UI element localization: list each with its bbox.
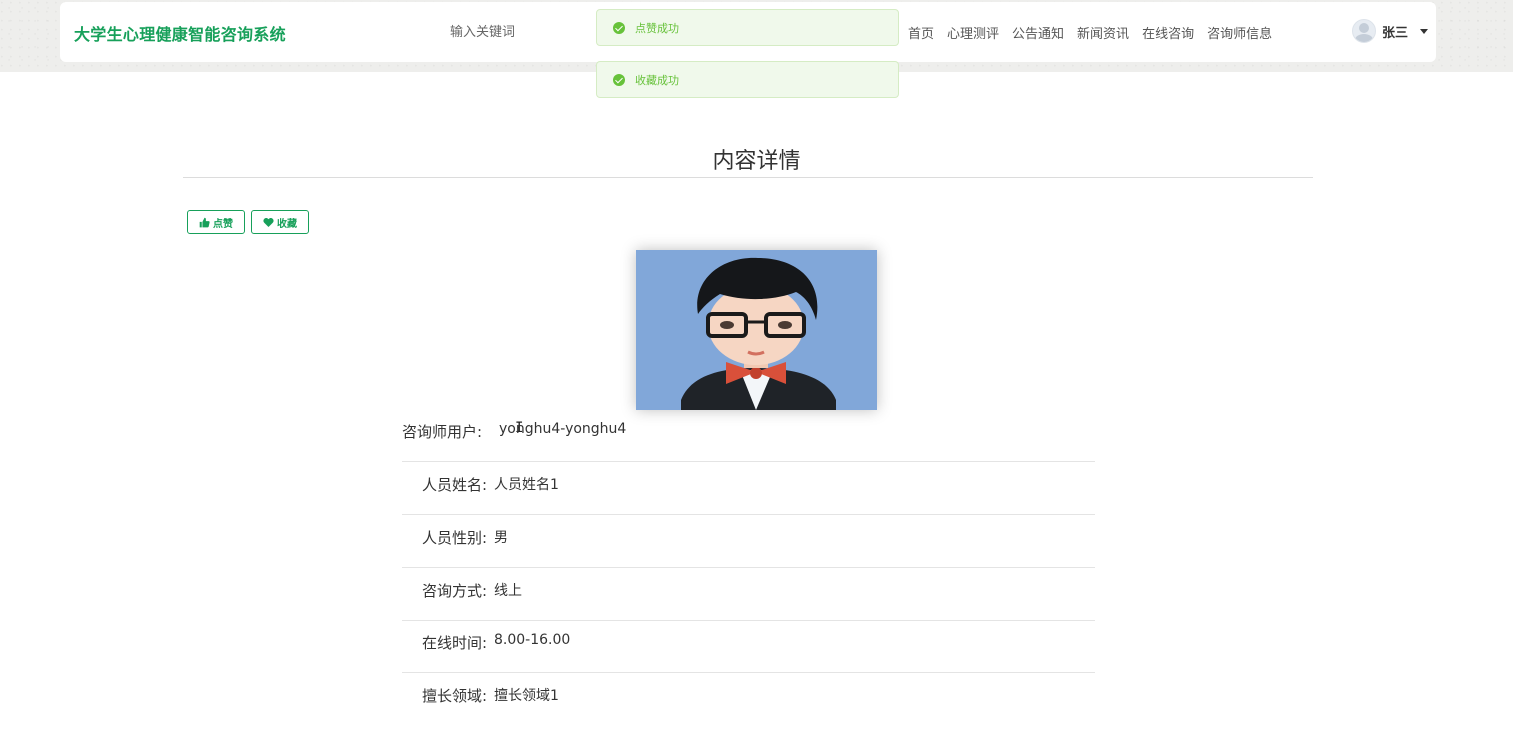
detail-label: 咨询师用户: (402, 423, 483, 441)
detail-value: 8.00-16.00 (494, 632, 571, 648)
thumbs-up-icon (199, 217, 210, 227)
row-divider (402, 567, 1095, 568)
toast-message: 收藏成功 (635, 73, 679, 87)
nav-item-online-consult[interactable]: 在线咨询 (1142, 23, 1194, 42)
detail-row-name: 人员姓名: 人员姓名1 (402, 474, 1095, 526)
row-divider (402, 672, 1095, 673)
detail-value: yonghu4-yonghu4 (499, 421, 627, 437)
nav-item-psych-test[interactable]: 心理测评 (947, 23, 999, 42)
nav-item-announcements[interactable]: 公告通知 (1012, 23, 1064, 42)
detail-label: 擅长领域: (421, 687, 487, 705)
detail-value: 男 (494, 530, 508, 546)
toast-like-success: 点赞成功 (596, 9, 899, 46)
like-label: 点赞 (213, 218, 233, 230)
detail-label: 咨询方式: (421, 582, 487, 600)
detail-row-consult-method: 咨询方式: 线上 (402, 580, 1095, 632)
nav-menu: 首页 心理测评 公告通知 新闻资讯 在线咨询 咨询师信息 (908, 23, 1272, 42)
caret-down-icon[interactable] (1420, 28, 1429, 34)
check-circle-icon (613, 21, 625, 34)
detail-row-expertise: 擅长领域: 擅长领域1 (402, 685, 1095, 737)
title-divider (183, 177, 1313, 178)
nav-item-counselor-info[interactable]: 咨询师信息 (1207, 23, 1272, 42)
detail-value: 擅长领域1 (494, 688, 559, 704)
detail-value: 线上 (494, 583, 522, 599)
search-input[interactable] (440, 20, 610, 44)
detail-row-online-time: 在线时间: 8.00-16.00 (402, 632, 1095, 684)
nav-item-home[interactable]: 首页 (908, 23, 934, 42)
site-brand[interactable]: 大学生心理健康智能咨询系统 (74, 21, 286, 45)
heart-icon (263, 217, 274, 227)
toast-message: 点赞成功 (635, 21, 679, 35)
row-divider (402, 514, 1095, 515)
nav-item-news[interactable]: 新闻资讯 (1077, 23, 1129, 42)
row-divider (402, 620, 1095, 621)
counselor-photo (636, 250, 877, 410)
page-title: 内容详情 (712, 149, 801, 174)
favorite-button[interactable]: 收藏 (251, 210, 309, 234)
favorite-label: 收藏 (277, 218, 297, 230)
detail-label: 人员性别: (421, 529, 487, 547)
counselor-avatar-illustration (636, 250, 877, 410)
detail-label: 人员姓名: (421, 476, 487, 494)
toast-favorite-success: 收藏成功 (596, 61, 899, 98)
detail-label: 在线时间: (421, 634, 487, 652)
row-divider (402, 461, 1095, 462)
detail-row-counselor-user: 咨询师用户: yonghu4-yonghu4 (402, 421, 1095, 473)
user-name[interactable]: 张三 (1382, 22, 1408, 41)
detail-value: 人员姓名1 (494, 477, 559, 493)
user-avatar-icon[interactable] (1352, 19, 1376, 43)
like-button[interactable]: 点赞 (187, 210, 245, 234)
detail-row-gender: 人员性别: 男 (402, 527, 1095, 579)
user-menu[interactable]: 张三 (1352, 19, 1429, 43)
check-circle-icon (613, 73, 625, 86)
